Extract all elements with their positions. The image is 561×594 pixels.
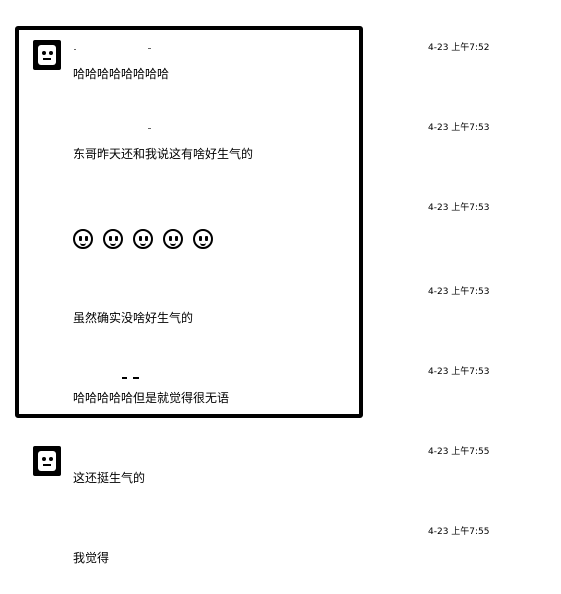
message-text: 东哥昨天还和我说这有啥好生气的 [73, 147, 254, 161]
avatar-eye-icon [42, 457, 46, 461]
avatar-mouth-icon [43, 464, 51, 466]
sender-name-mark [122, 377, 127, 379]
message-text: 虽然确实没啥好生气的 [73, 311, 194, 325]
avatar-eye-icon [49, 457, 53, 461]
avatar-face [38, 451, 56, 471]
laughing-face-icon [133, 229, 153, 249]
sender-name-mark [148, 128, 151, 129]
message-timestamp: 4-23 上午7:53 [428, 287, 490, 297]
message-timestamp: 4-23 上午7:53 [428, 367, 490, 377]
sender-name-mark [74, 49, 76, 50]
laughing-face-icon [163, 229, 183, 249]
message-text: 这还挺生气的 [73, 471, 146, 485]
avatar[interactable] [33, 446, 61, 476]
message-timestamp: 4-23 上午7:55 [428, 527, 490, 537]
laughing-face-icon [73, 229, 93, 249]
message-timestamp: 4-23 上午7:53 [428, 203, 490, 213]
emoji-message [73, 229, 213, 249]
message-text: 哈哈哈哈哈哈哈哈 [73, 67, 170, 81]
avatar-eye-icon [49, 51, 53, 55]
avatar-face [38, 45, 56, 65]
message-timestamp: 4-23 上午7:53 [428, 123, 490, 133]
avatar-eye-icon [42, 51, 46, 55]
avatar[interactable] [33, 40, 61, 70]
sender-name-mark [148, 48, 151, 49]
selection-highlight-frame [15, 26, 363, 418]
message-timestamp: 4-23 上午7:55 [428, 447, 490, 457]
laughing-face-icon [103, 229, 123, 249]
message-text: 我觉得 [73, 551, 110, 565]
laughing-face-icon [193, 229, 213, 249]
avatar-mouth-icon [43, 58, 51, 60]
sender-name-mark [133, 377, 139, 379]
message-timestamp: 4-23 上午7:52 [428, 43, 490, 53]
message-text: 哈哈哈哈哈但是就觉得很无语 [73, 391, 230, 405]
